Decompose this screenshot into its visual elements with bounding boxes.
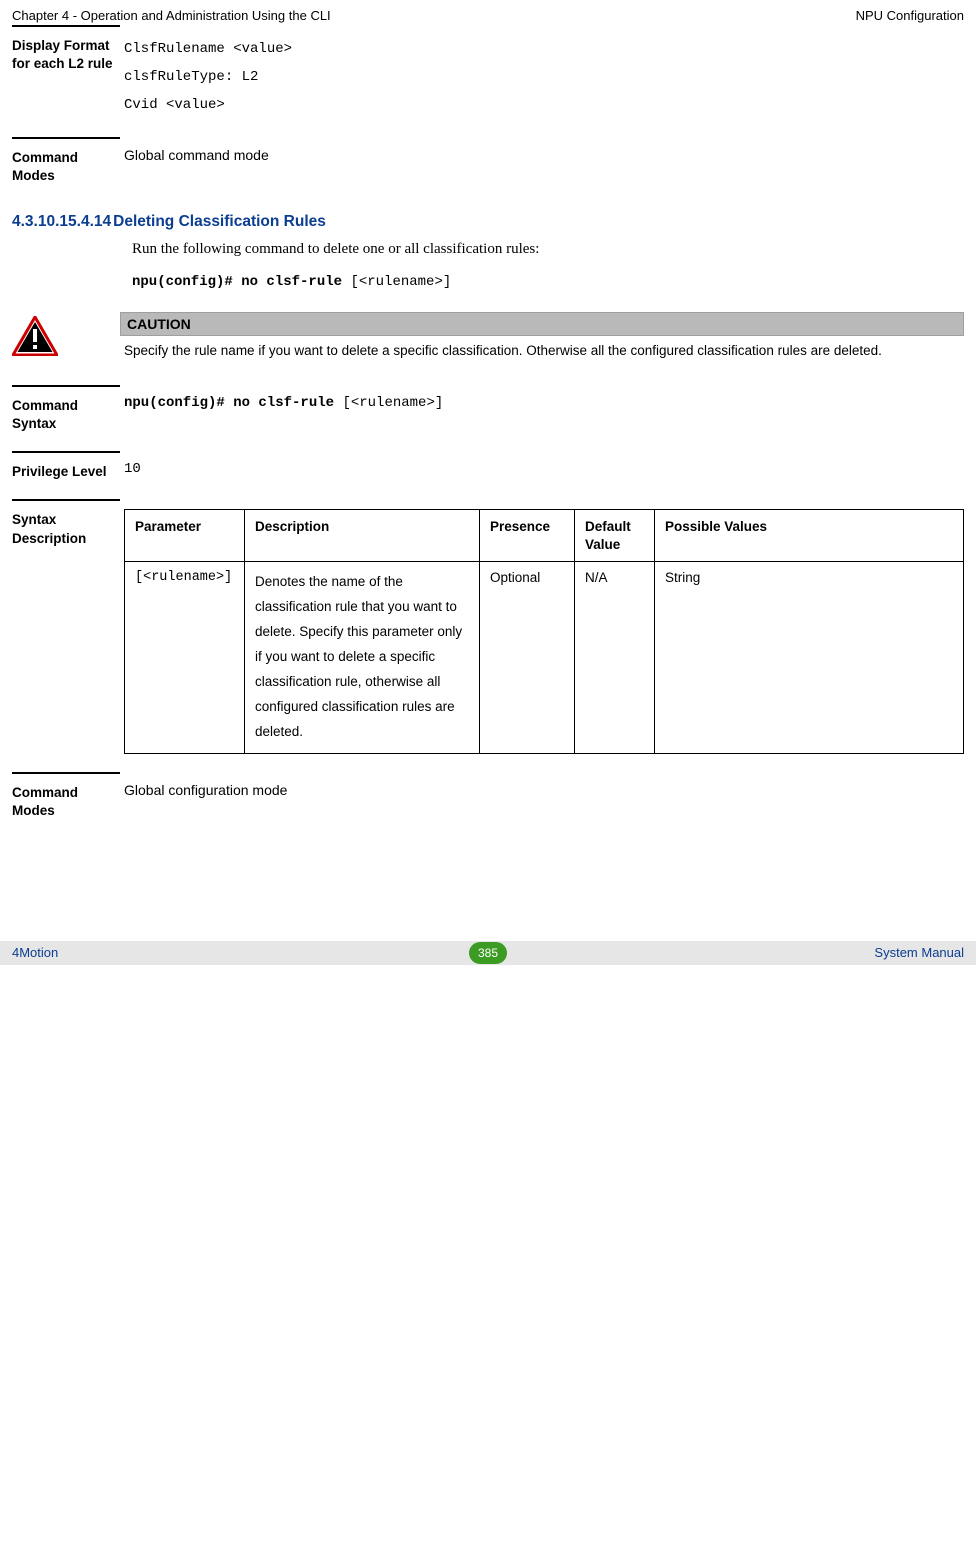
command-bold: npu(config)# no clsf-rule <box>132 274 342 290</box>
header-right: NPU Configuration <box>856 8 964 23</box>
display-format-line: clsfRuleType: L2 <box>124 63 964 91</box>
command-modes-label: Command Modes <box>12 137 120 185</box>
display-format-label: Display Format for each L2 rule <box>12 25 120 119</box>
footer-bar: 4Motion 385 System Manual <box>0 941 976 965</box>
privilege-level-label: Privilege Level <box>12 451 120 481</box>
caution-text: Specify the rule name if you want to del… <box>120 336 964 360</box>
command-modes-row: Command Modes Global configuration mode <box>12 772 964 820</box>
td-description: Denotes the name of the classification r… <box>245 562 480 754</box>
command-modes-label: Command Modes <box>12 772 120 820</box>
command-line: npu(config)# no clsf-rule [<rulename>] <box>132 274 964 290</box>
command-syntax-value: npu(config)# no clsf-rule [<rulename>] <box>120 385 964 433</box>
command-syntax-rest: [<rulename>] <box>334 395 443 411</box>
syntax-description-label: Syntax Description <box>12 499 120 754</box>
section-intro: Run the following command to delete one … <box>132 241 964 258</box>
syntax-table: Parameter Description Presence Default V… <box>124 509 964 754</box>
caution-block: CAUTION Specify the rule name if you wan… <box>12 312 964 360</box>
th-default: Default Value <box>575 510 655 562</box>
td-presence: Optional <box>480 562 575 754</box>
syntax-description-row: Syntax Description Parameter Description… <box>12 499 964 754</box>
td-parameter: [<rulename>] <box>125 562 245 754</box>
page-number-chip: 385 <box>469 942 507 964</box>
table-row: [<rulename>] Denotes the name of the cla… <box>125 562 964 754</box>
footer-right: System Manual <box>874 945 964 960</box>
command-syntax-row: Command Syntax npu(config)# no clsf-rule… <box>12 385 964 433</box>
page-header: Chapter 4 - Operation and Administration… <box>0 0 976 25</box>
command-modes-row: Command Modes Global command mode <box>12 137 964 185</box>
header-left: Chapter 4 - Operation and Administration… <box>12 8 331 23</box>
warning-icon <box>12 316 58 356</box>
th-description: Description <box>245 510 480 562</box>
footer-left: 4Motion <box>12 945 58 960</box>
command-modes-value: Global command mode <box>120 137 964 185</box>
th-parameter: Parameter <box>125 510 245 562</box>
section-number: 4.3.10.15.4.14 <box>12 213 111 230</box>
td-default: N/A <box>575 562 655 754</box>
command-syntax-bold: npu(config)# no clsf-rule <box>124 395 334 411</box>
command-rest: [<rulename>] <box>342 274 451 290</box>
display-format-value: ClsfRulename <value> clsfRuleType: L2 Cv… <box>120 25 964 119</box>
section-heading: 4.3.10.15.4.14Deleting Classification Ru… <box>12 213 964 231</box>
display-format-line: Cvid <value> <box>124 91 964 119</box>
th-possible: Possible Values <box>655 510 964 562</box>
caution-icon-cell <box>12 312 120 360</box>
command-modes-value: Global configuration mode <box>120 772 964 820</box>
privilege-level-row: Privilege Level 10 <box>12 451 964 481</box>
display-format-row: Display Format for each L2 rule ClsfRule… <box>12 25 964 119</box>
table-header-row: Parameter Description Presence Default V… <box>125 510 964 562</box>
td-possible: String <box>655 562 964 754</box>
caution-body: CAUTION Specify the rule name if you wan… <box>120 312 964 360</box>
display-format-line: ClsfRulename <value> <box>124 35 964 63</box>
syntax-description-value: Parameter Description Presence Default V… <box>120 499 964 754</box>
th-presence: Presence <box>480 510 575 562</box>
privilege-level-value: 10 <box>120 451 964 481</box>
section-title: Deleting Classification Rules <box>113 213 326 230</box>
caution-label: CAUTION <box>120 312 964 336</box>
command-syntax-label: Command Syntax <box>12 385 120 433</box>
